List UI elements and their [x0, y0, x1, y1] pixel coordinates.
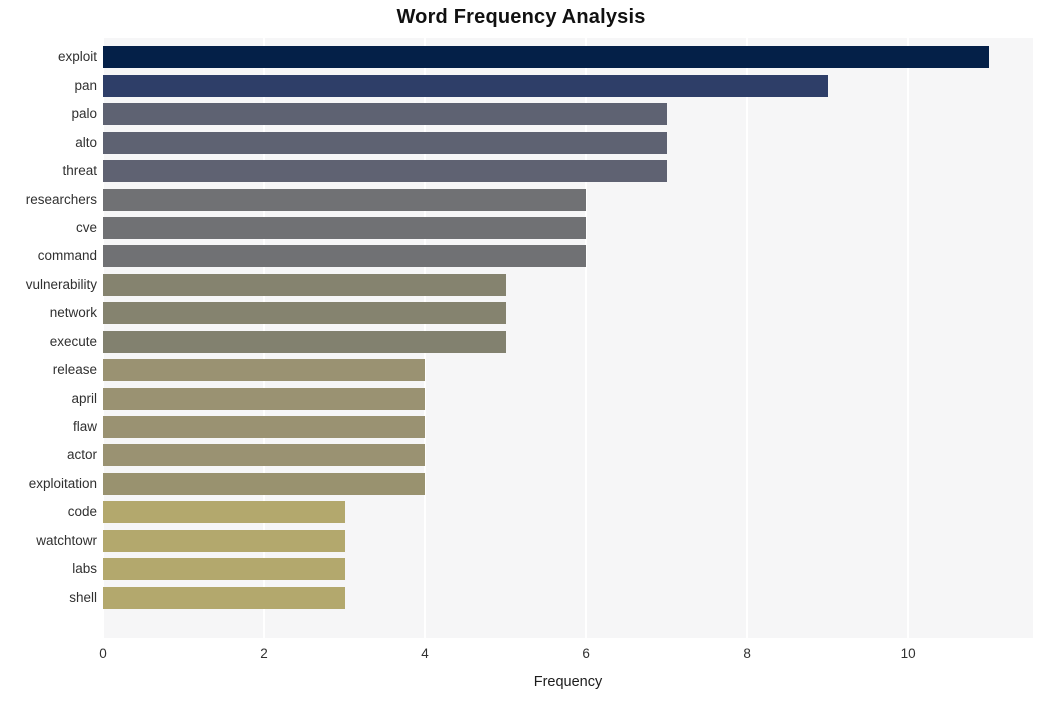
y-tick-label-cve: cve — [75, 219, 97, 235]
bar-row[interactable] — [103, 131, 1033, 154]
bar-alto[interactable] — [103, 131, 667, 154]
bar-row[interactable] — [103, 330, 1033, 353]
bar-row[interactable] — [103, 74, 1033, 97]
bar-release[interactable] — [103, 359, 426, 382]
y-tick-label-labs: labs — [72, 561, 97, 577]
bar-row[interactable] — [103, 160, 1033, 183]
x-tick-label-0: 0 — [99, 646, 107, 661]
bar-row[interactable] — [103, 216, 1033, 239]
bar-labs[interactable] — [103, 558, 345, 581]
y-tick-label-flaw: flaw — [72, 419, 97, 434]
bar-row[interactable] — [103, 103, 1033, 126]
bar-row[interactable] — [103, 359, 1033, 382]
y-tick-label-april: april — [71, 390, 97, 406]
bar-exploit[interactable] — [103, 46, 989, 69]
bar-row[interactable] — [103, 188, 1033, 211]
y-tick-label-shell: shell — [69, 589, 97, 605]
x-tick-label-10: 10 — [900, 646, 916, 661]
bar-threat[interactable] — [103, 160, 667, 183]
bar-row[interactable] — [103, 472, 1033, 495]
y-tick-label-vulnerability: vulnerability — [25, 276, 97, 292]
bar-code[interactable] — [103, 501, 345, 524]
y-tick-label-palo: palo — [71, 106, 97, 122]
word-frequency-chart: Word Frequency Analysis exploit pan palo al… — [0, 0, 1042, 701]
x-tick-label-8: 8 — [743, 646, 751, 661]
y-tick-label-release: release — [52, 362, 97, 378]
y-tick-label-exploit: exploit — [57, 49, 97, 65]
x-tick-label-4: 4 — [421, 646, 429, 661]
y-tick-label-alto: alto — [75, 134, 97, 150]
y-axis-labels: exploit pan palo alto threat researchers cve co… — [0, 38, 97, 638]
bar-row[interactable] — [103, 46, 1033, 69]
chart-title: Word Frequency Analysis — [396, 6, 646, 28]
bar-row[interactable] — [103, 444, 1033, 467]
x-tick-label-6: 6 — [582, 646, 590, 661]
x-tick-label-2: 2 — [260, 646, 268, 661]
y-tick-label-threat: threat — [62, 163, 97, 179]
bar-researchers[interactable] — [103, 188, 587, 211]
bar-row[interactable] — [103, 586, 1033, 609]
bar-execute[interactable] — [103, 330, 506, 353]
bar-shell[interactable] — [103, 586, 345, 609]
bar-row[interactable] — [103, 273, 1033, 296]
y-tick-label-execute: execute — [49, 333, 97, 349]
bar-actor[interactable] — [103, 444, 426, 467]
bar-row[interactable] — [103, 245, 1033, 268]
bar-pan[interactable] — [103, 74, 828, 97]
bars-layer — [103, 38, 1033, 638]
bar-watchtowr[interactable] — [103, 529, 345, 552]
bar-flaw[interactable] — [103, 416, 426, 438]
y-tick-label-network: network — [49, 305, 97, 321]
x-axis-ticks: 0 2 4 6 8 10 — [99, 638, 1033, 668]
bar-row[interactable] — [103, 558, 1033, 581]
y-tick-label-exploitation: exploitation — [28, 475, 97, 491]
y-tick-label-researchers: researchers — [25, 191, 97, 207]
bar-row[interactable] — [103, 501, 1033, 524]
bar-row[interactable] — [103, 302, 1033, 325]
bar-palo[interactable] — [103, 103, 667, 126]
y-tick-label-watchtowr: watchtowr — [36, 532, 97, 548]
plot-area — [102, 38, 1033, 638]
x-axis-title: Frequency — [533, 674, 603, 690]
bar-cve[interactable] — [103, 216, 587, 239]
bar-row[interactable] — [103, 387, 1033, 410]
bar-row[interactable] — [103, 416, 1033, 438]
bar-vulnerability[interactable] — [103, 273, 506, 296]
bar-network[interactable] — [103, 302, 506, 325]
bar-april[interactable] — [103, 387, 426, 410]
bar-command[interactable] — [103, 245, 587, 268]
y-tick-label-pan: pan — [74, 77, 97, 93]
y-tick-label-actor: actor — [66, 447, 97, 463]
y-tick-label-command: command — [37, 248, 97, 264]
bar-exploitation[interactable] — [103, 472, 426, 495]
bar-row[interactable] — [103, 529, 1033, 552]
y-tick-label-code: code — [67, 504, 97, 520]
